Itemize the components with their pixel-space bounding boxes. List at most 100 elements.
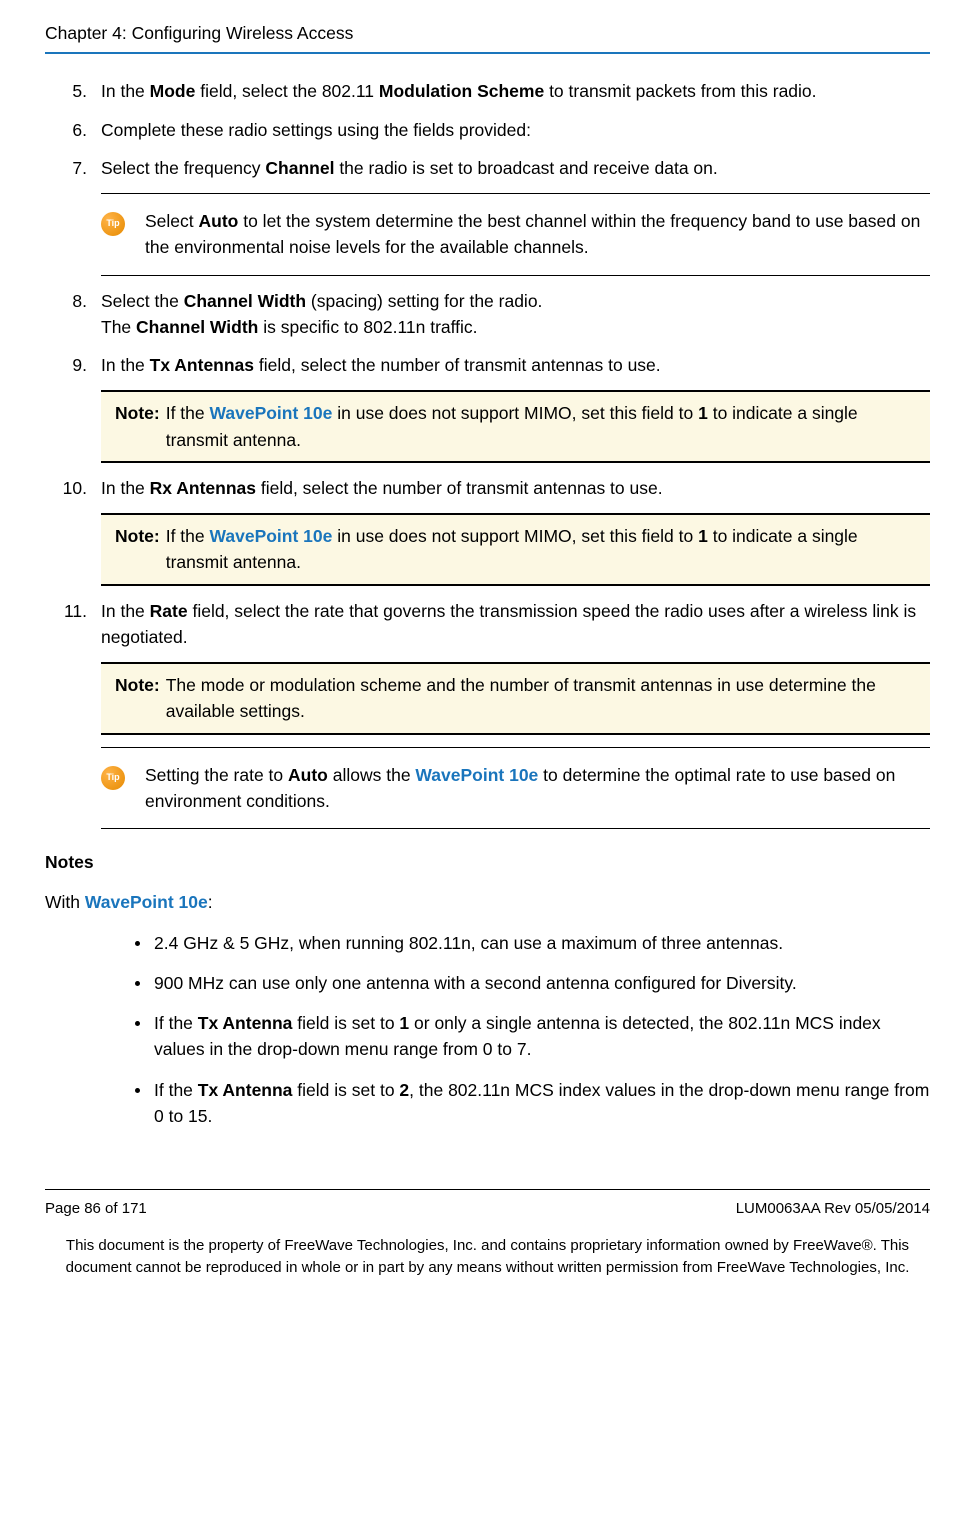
bold: Auto bbox=[199, 211, 239, 231]
bold: Channel Width bbox=[131, 317, 263, 337]
text: Select the bbox=[101, 291, 184, 311]
bold: 1 bbox=[698, 526, 708, 546]
step-body: In the Mode field, select the 802.11 Mod… bbox=[101, 78, 930, 104]
step-body: In the Rate field, select the rate that … bbox=[101, 598, 930, 651]
text: the radio is set to broadcast and receiv… bbox=[334, 158, 717, 178]
product-link[interactable]: WavePoint 10e bbox=[210, 403, 333, 423]
step-number: 6. bbox=[45, 117, 101, 143]
step-5: 5. In the Mode field, select the 802.11 … bbox=[45, 78, 930, 104]
step-body: In the Tx Antennas field, select the num… bbox=[101, 352, 930, 378]
footer-bar: Page 86 of 171 LUM0063AA Rev 05/05/2014 bbox=[45, 1189, 930, 1221]
bold: Tx Antenna bbox=[198, 1080, 293, 1100]
step-8: 8. Select the Channel Width (spacing) se… bbox=[45, 288, 930, 341]
text: If the bbox=[166, 403, 210, 423]
step-11: 11. In the Rate field, select the rate t… bbox=[45, 598, 930, 651]
list-item: 900 MHz can use only one antenna with a … bbox=[135, 970, 930, 996]
step-number: 10. bbox=[45, 475, 101, 501]
bold: Channel bbox=[265, 158, 334, 178]
list-item: If the Tx Antenna field is set to 1 or o… bbox=[135, 1010, 930, 1063]
step-body: Complete these radio settings using the … bbox=[101, 117, 930, 143]
text: field, select the number of transmit ant… bbox=[254, 355, 661, 375]
text: in use does not support MIMO, set this f… bbox=[332, 403, 698, 423]
text: If the bbox=[154, 1013, 198, 1033]
note-callout: Note: If the WavePoint 10e in use does n… bbox=[101, 390, 930, 463]
step-7: 7. Select the frequency Channel the radi… bbox=[45, 155, 930, 181]
list-text: If the Tx Antenna field is set to 2, the… bbox=[154, 1077, 930, 1130]
product-link[interactable]: WavePoint 10e bbox=[85, 892, 208, 912]
rule bbox=[101, 747, 930, 748]
text: If the bbox=[154, 1080, 198, 1100]
bold: 1 bbox=[698, 403, 708, 423]
step-body: In the Rx Antennas field, select the num… bbox=[101, 475, 930, 501]
tip-icon: Tip bbox=[101, 212, 125, 236]
text: to let the system determine the best cha… bbox=[145, 211, 920, 257]
text: (spacing) setting for the radio. bbox=[306, 291, 542, 311]
bold: Channel Width bbox=[184, 291, 306, 311]
bullet-icon bbox=[135, 1088, 140, 1093]
text: field, select the number of transmit ant… bbox=[256, 478, 663, 498]
text: Select bbox=[145, 211, 199, 231]
text: With bbox=[45, 892, 85, 912]
notes-bullets: 2.4 GHz & 5 GHz, when running 802.11n, c… bbox=[135, 930, 930, 1130]
note-label: Note: bbox=[115, 672, 166, 725]
step-number: 8. bbox=[45, 288, 101, 341]
list-text: 2.4 GHz & 5 GHz, when running 802.11n, c… bbox=[154, 930, 930, 956]
note-content: The mode or modulation scheme and the nu… bbox=[166, 672, 916, 725]
step-body: Select the frequency Channel the radio i… bbox=[101, 155, 930, 181]
text: field, select the 802.11 bbox=[195, 81, 379, 101]
note-label: Note: bbox=[115, 400, 166, 453]
note-label: Note: bbox=[115, 523, 166, 576]
bullet-icon bbox=[135, 981, 140, 986]
text: field is set to bbox=[292, 1080, 399, 1100]
page-number: Page 86 of 171 bbox=[45, 1198, 147, 1221]
tip-callout: Tip Select Auto to let the system determ… bbox=[101, 193, 930, 276]
note-callout: Note: The mode or modulation scheme and … bbox=[101, 662, 930, 735]
text: If the bbox=[166, 526, 210, 546]
bold: Tx Antennas bbox=[150, 355, 254, 375]
text: In the bbox=[101, 478, 150, 498]
notes-intro: With WavePoint 10e: bbox=[45, 889, 930, 915]
bold: Modulation Scheme bbox=[379, 81, 544, 101]
text: in use does not support MIMO, set this f… bbox=[332, 526, 698, 546]
rule bbox=[101, 275, 930, 276]
text: Select the frequency bbox=[101, 158, 265, 178]
step-number: 5. bbox=[45, 78, 101, 104]
tip-icon: Tip bbox=[101, 766, 125, 790]
notes-heading: Notes bbox=[45, 849, 930, 875]
step-6: 6. Complete these radio settings using t… bbox=[45, 117, 930, 143]
chapter-header: Chapter 4: Configuring Wireless Access bbox=[45, 20, 930, 46]
step-number: 11. bbox=[45, 598, 101, 651]
text: In the bbox=[101, 81, 150, 101]
list-item: 2.4 GHz & 5 GHz, when running 802.11n, c… bbox=[135, 930, 930, 956]
bold: Rate bbox=[150, 601, 188, 621]
rule bbox=[101, 193, 930, 194]
product-link[interactable]: WavePoint 10e bbox=[210, 526, 333, 546]
ordered-steps: 5. In the Mode field, select the 802.11 … bbox=[45, 78, 930, 829]
doc-revision: LUM0063AA Rev 05/05/2014 bbox=[736, 1198, 930, 1221]
step-number: 9. bbox=[45, 352, 101, 378]
list-text: If the Tx Antenna field is set to 1 or o… bbox=[154, 1010, 930, 1063]
text: Setting the rate to bbox=[145, 765, 288, 785]
bold: Auto bbox=[288, 765, 328, 785]
bold: 2 bbox=[399, 1080, 409, 1100]
text: : bbox=[208, 892, 213, 912]
text: In the bbox=[101, 355, 150, 375]
list-item: If the Tx Antenna field is set to 2, the… bbox=[135, 1077, 930, 1130]
text: is specific to 802.11n traffic. bbox=[263, 317, 477, 337]
text: In the bbox=[101, 601, 150, 621]
tip-callout: Tip Setting the rate to Auto allows the … bbox=[101, 747, 930, 830]
header-rule bbox=[45, 52, 930, 54]
bullet-icon bbox=[135, 941, 140, 946]
bold: Tx Antenna bbox=[198, 1013, 293, 1033]
list-text: 900 MHz can use only one antenna with a … bbox=[154, 970, 930, 996]
text: field is set to bbox=[292, 1013, 399, 1033]
step-10: 10. In the Rx Antennas field, select the… bbox=[45, 475, 930, 501]
bullet-icon bbox=[135, 1021, 140, 1026]
step-9: 9. In the Tx Antennas field, select the … bbox=[45, 352, 930, 378]
footer-legal: This document is the property of FreeWav… bbox=[45, 1235, 930, 1280]
text: to transmit packets from this radio. bbox=[544, 81, 816, 101]
product-link[interactable]: WavePoint 10e bbox=[415, 765, 538, 785]
bold: 1 bbox=[399, 1013, 409, 1033]
tip-text: Select Auto to let the system determine … bbox=[145, 208, 930, 261]
bold: Rx Antennas bbox=[150, 478, 256, 498]
